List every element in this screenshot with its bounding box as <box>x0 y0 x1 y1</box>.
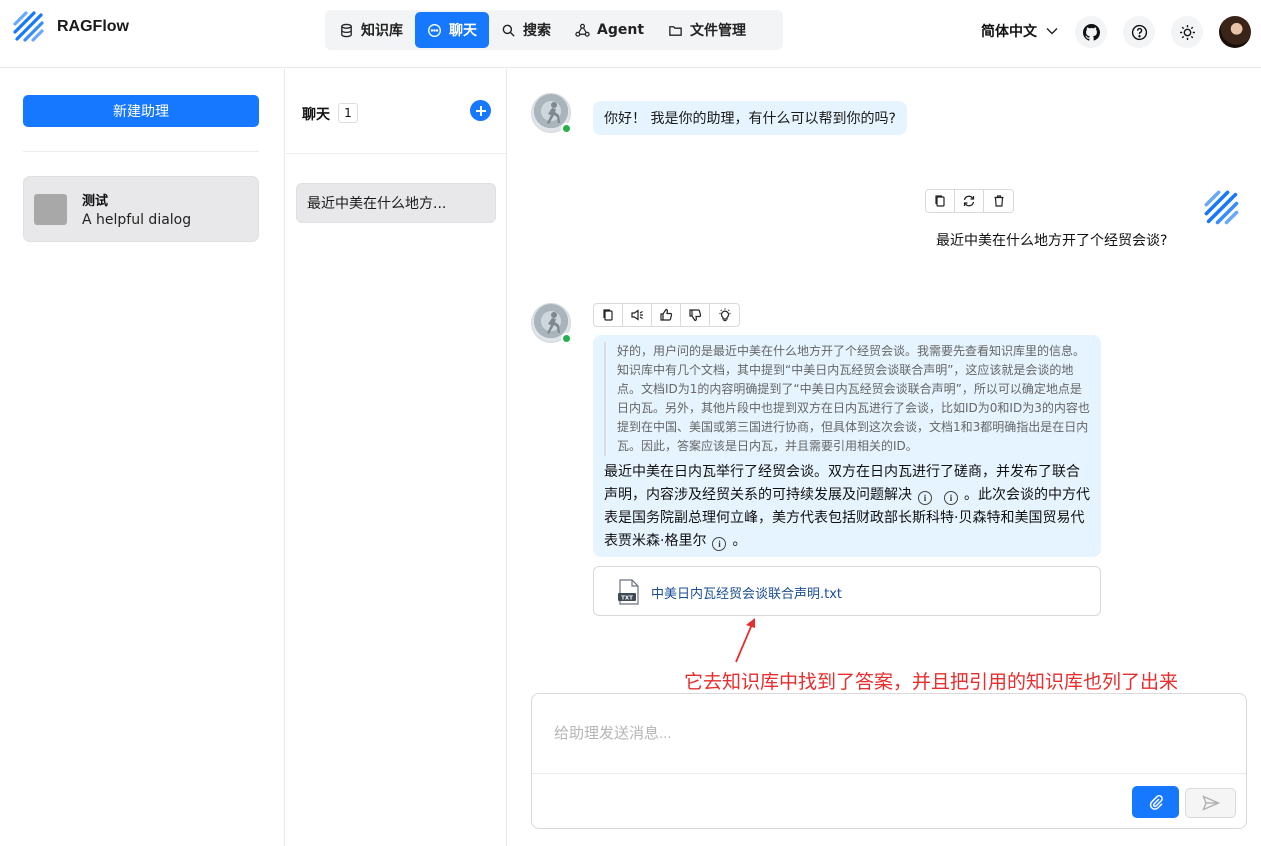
assistant-panel: 新建助理 测试 A helpful dialog <box>0 69 285 846</box>
reference-document-name[interactable]: 中美日内瓦经贸会谈联合声明.txt <box>651 583 842 602</box>
app-name: RAGFlow <box>57 18 129 35</box>
speaker-icon <box>631 309 643 321</box>
citation-info-icon[interactable]: i <box>944 491 958 505</box>
answer-part: 。 <box>732 533 747 549</box>
top-bar: RAGFlow 知识库 聊天 搜索 Agent 文件管理 简体中文 <box>0 0 1261 68</box>
github-icon <box>1082 23 1100 41</box>
github-button[interactable] <box>1075 16 1107 48</box>
assistant-avatar <box>531 303 572 344</box>
send-icon <box>1201 795 1220 811</box>
assistant-avatar <box>34 194 67 225</box>
assistant-figure-icon <box>547 102 560 124</box>
reference-document-card[interactable]: TXT 中美日内瓦经贸会谈联合声明.txt <box>593 566 1101 616</box>
main-nav: 知识库 聊天 搜索 Agent 文件管理 <box>325 10 783 50</box>
message-composer <box>531 693 1247 829</box>
annotation-text: 它去知识库中找到了答案，并且把引用的知识库也列了出来 <box>684 671 1179 693</box>
paperclip-icon <box>1149 794 1163 810</box>
nav-label: 知识库 <box>361 23 403 39</box>
nav-label: 文件管理 <box>690 23 747 39</box>
message-input[interactable] <box>532 694 1246 774</box>
add-conversation-button[interactable] <box>470 100 491 121</box>
regenerate-button[interactable] <box>955 190 984 212</box>
nav-label: Agent <box>597 22 645 38</box>
assistant-greeting: 你好！ 我是你的助理，有什么可以帮到你的吗? <box>593 101 907 135</box>
copy-button[interactable] <box>594 304 623 326</box>
conversation-count-badge: 1 <box>338 103 358 123</box>
assistant-answer-bubble: 好的，用户问的是最近中美在什么地方开了个经贸会谈。我需要先查看知识库里的信息。知… <box>593 335 1101 557</box>
annotation-arrow <box>735 618 755 663</box>
user-message-toolbar <box>925 189 1014 213</box>
folder-icon <box>669 25 682 36</box>
plus-icon <box>475 105 486 116</box>
assistant-card[interactable]: 测试 A helpful dialog <box>23 176 259 242</box>
assistant-description: A helpful dialog <box>82 212 192 228</box>
nav-file-management[interactable]: 文件管理 <box>656 12 758 48</box>
conversation-header: 聊天 1 <box>286 69 506 154</box>
ragflow-logo-icon[interactable] <box>12 10 46 44</box>
assistant-name: 测试 <box>82 194 109 209</box>
sun-icon <box>1179 24 1195 40</box>
file-type-badge: TXT <box>621 595 633 601</box>
new-assistant-button[interactable]: 新建助理 <box>23 95 259 127</box>
txt-file-icon: TXT <box>618 579 639 605</box>
language-label: 简体中文 <box>981 24 1037 40</box>
search-icon <box>502 24 515 37</box>
answer-text: 最近中美在日内瓦举行了经贸会谈。双方在日内瓦进行了磋商，并发布了联合声明，内容涉… <box>604 461 1092 553</box>
nav-knowledge-base[interactable]: 知识库 <box>327 12 415 48</box>
trash-icon <box>994 195 1003 207</box>
thumbs-down-button[interactable] <box>681 304 710 326</box>
help-icon <box>1131 24 1147 40</box>
citation-info-icon[interactable]: i <box>712 537 727 551</box>
user-logo-icon <box>1204 190 1239 225</box>
insight-button[interactable] <box>710 304 739 326</box>
nav-chat[interactable]: 聊天 <box>415 12 489 48</box>
online-status-dot <box>561 333 572 344</box>
agent-icon <box>575 23 590 37</box>
chat-area: 你好！ 我是你的助理，有什么可以帮到你的吗? 最近中美在什么地方开了个经贸会谈?… <box>507 69 1261 846</box>
divider <box>23 151 259 152</box>
nav-search[interactable]: 搜索 <box>489 12 563 48</box>
assistant-figure-icon <box>547 312 560 334</box>
reasoning-text: 好的，用户问的是最近中美在什么地方开了个经贸会谈。我需要先查看知识库里的信息。知… <box>604 342 1090 456</box>
copy-button[interactable] <box>926 190 955 212</box>
send-button[interactable] <box>1185 788 1236 818</box>
citation-info-icon[interactable]: i <box>918 491 932 505</box>
online-status-dot <box>561 123 572 134</box>
language-select[interactable]: 简体中文 <box>981 21 1059 41</box>
attach-button[interactable] <box>1132 786 1179 818</box>
delete-button[interactable] <box>984 190 1013 212</box>
nav-label: 聊天 <box>449 23 477 39</box>
refresh-icon <box>963 195 975 207</box>
nav-agent[interactable]: Agent <box>563 12 656 48</box>
thumbs-down-icon <box>689 309 702 322</box>
lightbulb-icon <box>719 308 730 322</box>
conversation-panel: 聊天 1 最近中美在什么地方... <box>286 69 507 846</box>
conversation-item[interactable]: 最近中美在什么地方... <box>296 183 496 223</box>
user-message: 最近中美在什么地方开了个经贸会谈? <box>936 233 1168 249</box>
copy-icon <box>935 195 945 207</box>
assistant-message-toolbar <box>593 303 740 327</box>
assistant-avatar <box>531 93 572 134</box>
nav-label: 搜索 <box>523 23 551 39</box>
read-aloud-button[interactable] <box>623 304 652 326</box>
database-icon <box>341 23 352 37</box>
chat-icon <box>428 23 441 37</box>
help-button[interactable] <box>1123 16 1155 48</box>
copy-icon <box>603 309 613 321</box>
conversation-title: 聊天 <box>302 107 330 123</box>
thumbs-up-icon <box>660 308 673 321</box>
thumbs-up-button[interactable] <box>652 304 681 326</box>
theme-toggle-button[interactable] <box>1171 16 1203 48</box>
chevron-down-icon <box>1046 28 1058 35</box>
user-avatar[interactable] <box>1219 16 1251 48</box>
